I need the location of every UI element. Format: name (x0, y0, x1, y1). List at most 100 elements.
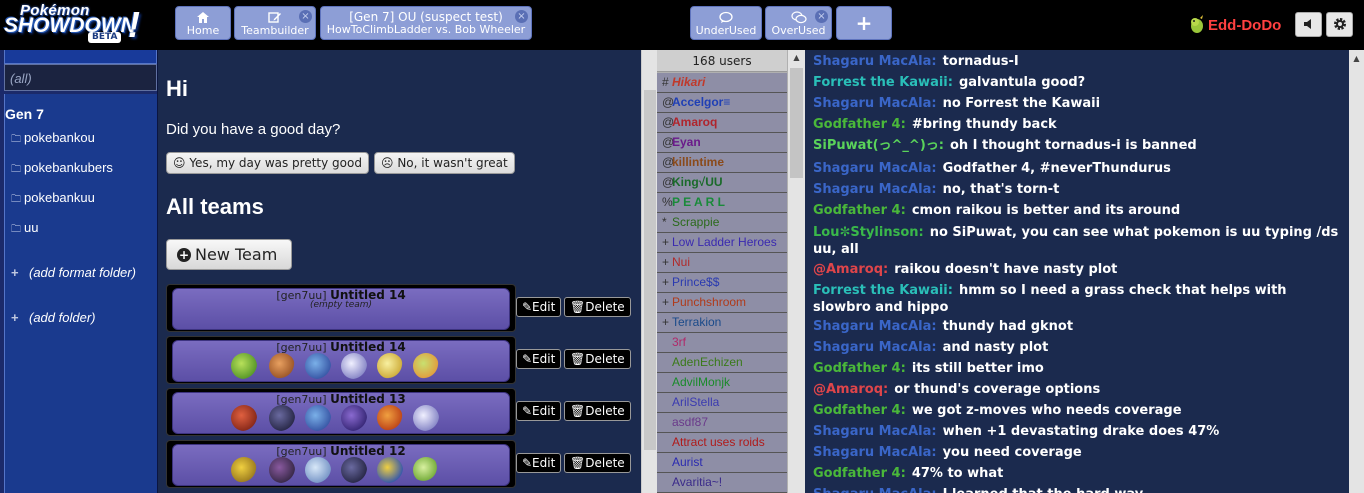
edit-team-button[interactable]: ✎Edit (516, 349, 562, 369)
no-good-day-button[interactable]: ☹ No, it wasn't great (374, 152, 515, 174)
user-list: 168 users # Hikari @Accelgor≡ @Amaroq @Eyan @… (657, 50, 805, 493)
chat-username[interactable]: @Amaroq: (813, 262, 888, 277)
chat-username[interactable]: Shagaru MacAla: (813, 445, 937, 460)
user-list-item[interactable]: asdf87 (657, 413, 787, 433)
chat-username[interactable]: Lou✼Stylinson: (813, 225, 924, 240)
user-list-item[interactable]: + Punchshroom (657, 293, 787, 313)
chat-username[interactable]: Godfather 4: (813, 466, 906, 481)
close-tab-icon[interactable]: × (515, 10, 528, 23)
user-list-item[interactable]: 3rf (657, 333, 787, 353)
user-list-item[interactable]: @Amaroq (657, 113, 787, 133)
delete-team-button[interactable]: 🗑Delete (564, 297, 631, 317)
chat-username[interactable]: Shagaru MacAla: (813, 96, 937, 111)
chat-username[interactable]: Forrest the Kawaii: (813, 75, 953, 90)
user-name: Avaritia~! (672, 475, 723, 489)
close-tab-icon[interactable]: × (815, 10, 828, 23)
gen-folder-title[interactable]: Gen 7 (5, 106, 44, 122)
user-list-item[interactable]: Avaritia~! (657, 473, 787, 493)
team-card[interactable]: [gen7uu] Untitled 12 (166, 440, 516, 488)
user-list-item[interactable]: + Nui (657, 253, 787, 273)
pokemon-showdown-logo[interactable]: Pokémon SHOWDOWN BETA ! (2, 2, 148, 46)
chat-username[interactable]: Shagaru MacAla: (813, 340, 937, 355)
user-list-item[interactable]: ArilStella (657, 393, 787, 413)
chat-username[interactable]: Shagaru MacAla: (813, 54, 937, 69)
user-list-item[interactable]: # Hikari (657, 73, 787, 93)
chat-username[interactable]: Shagaru MacAla: (813, 319, 937, 334)
tab-underused[interactable]: UnderUsed (690, 6, 762, 40)
yes-good-day-button[interactable]: ☺ Yes, my day was pretty good (166, 152, 369, 174)
pokemon-sprite (413, 353, 439, 379)
chat-text: thundy had gknot (942, 319, 1074, 334)
team-card[interactable]: [gen7uu] Untitled 13 (166, 388, 516, 436)
user-list-item[interactable]: AdenEchizen (657, 353, 787, 373)
pane-scrollbar[interactable] (641, 50, 657, 493)
delete-team-button[interactable]: 🗑Delete (564, 349, 631, 369)
userlist-scrollbar[interactable]: ▲ (788, 50, 805, 493)
chat-username[interactable]: @Amaroq: (813, 382, 888, 397)
team-card[interactable]: [gen7uu] Untitled 14 (166, 336, 516, 384)
user-list-item[interactable]: Attract uses roids (657, 433, 787, 453)
chat-username[interactable]: Godfather 4: (813, 361, 906, 376)
user-rank: @ (662, 115, 675, 129)
add-folder-label: (add folder) (29, 310, 96, 325)
delete-team-button[interactable]: 🗑Delete (564, 401, 631, 421)
chat-username[interactable]: Forrest the Kawaii: (813, 283, 953, 298)
pokemon-sprite (269, 353, 295, 379)
user-list-item[interactable]: @Eyan (657, 133, 787, 153)
edit-team-button[interactable]: ✎Edit (516, 401, 562, 421)
scroll-up-icon[interactable]: ▲ (1351, 54, 1362, 65)
add-folder[interactable]: + (add folder) (11, 310, 95, 325)
edit-team-button[interactable]: ✎Edit (516, 453, 562, 473)
edit-team-button[interactable]: ✎Edit (516, 297, 562, 317)
user-list-item[interactable]: Aurist (657, 453, 787, 473)
chat-username[interactable]: Shagaru MacAla: (813, 161, 937, 176)
new-tab-button[interactable]: + (836, 6, 892, 40)
chat-username[interactable]: Shagaru MacAla: (813, 487, 937, 493)
chat-message: Shagaru MacAla: and nasty plot (813, 339, 1343, 356)
user-rank: @ (662, 175, 675, 189)
user-list-item[interactable]: @killintime (657, 153, 787, 173)
chat-username[interactable]: Godfather 4: (813, 403, 906, 418)
user-list-item[interactable]: @King√UU (657, 173, 787, 193)
chat-scrollbar[interactable]: ▲ (1349, 50, 1364, 493)
chat-username[interactable]: Godfather 4: (813, 117, 906, 132)
folder-item-uu[interactable]: 🗀 uu (11, 220, 38, 239)
username[interactable]: Edd-DoDo (1208, 17, 1281, 34)
folder-item-pokebankuu[interactable]: 🗀 pokebankuu (11, 190, 95, 209)
user-list-item[interactable]: + Terrakion (657, 313, 787, 333)
new-team-button[interactable]: + New Team (166, 239, 292, 270)
tab-battle[interactable]: [Gen 7] OU (suspect test) HowToClimbLadd… (320, 6, 532, 40)
user-list-item[interactable]: + Low Ladder Heroes (657, 233, 787, 253)
user-list-item[interactable]: * Scrappie (657, 213, 787, 233)
folder-label: uu (24, 220, 39, 235)
close-tab-icon[interactable]: × (299, 10, 312, 23)
tab-home[interactable]: Home (175, 6, 231, 40)
chat-username[interactable]: Godfather 4: (813, 203, 906, 218)
user-name: Prince$$ (672, 275, 720, 289)
user-rank: @ (662, 155, 675, 169)
chat-username[interactable]: SiPuwat(っ^_^)っ: (813, 138, 944, 153)
volume-icon[interactable] (1295, 12, 1322, 37)
folder-filter-all[interactable]: (all) (4, 64, 157, 91)
user-list-item[interactable]: AdvilMonjk (657, 373, 787, 393)
user-list-item[interactable]: %P E A R L (657, 193, 787, 213)
user-avatar[interactable] (1188, 14, 1206, 34)
scrollbar-thumb[interactable] (790, 68, 803, 178)
folder-item-pokebankou[interactable]: 🗀 pokebankou (11, 130, 95, 149)
scroll-up-icon[interactable]: ▲ (791, 53, 802, 64)
folder-item-pokebankubers[interactable]: 🗀 pokebankubers (11, 160, 113, 179)
folder-icon: 🗀 (11, 164, 21, 175)
team-card[interactable]: [gen7uu] Untitled 14 (empty team) (166, 284, 516, 332)
chat-username[interactable]: Shagaru MacAla: (813, 182, 937, 197)
delete-team-button[interactable]: 🗑Delete (564, 453, 631, 473)
user-list-item[interactable]: + Prince$$ (657, 273, 787, 293)
team-title: [gen7uu] Untitled 13 (173, 392, 509, 406)
chat-username[interactable]: Shagaru MacAla: (813, 424, 937, 439)
user-list-item[interactable]: @Accelgor≡ (657, 93, 787, 113)
gear-icon[interactable] (1326, 12, 1353, 37)
tab-teambuilder[interactable]: Teambuilder × (234, 6, 316, 40)
scrollbar-thumb[interactable] (644, 90, 656, 450)
tab-overused[interactable]: OverUsed × (765, 6, 832, 40)
add-format-folder[interactable]: + (add format folder) (11, 265, 136, 280)
user-count[interactable]: 168 users (657, 50, 787, 72)
